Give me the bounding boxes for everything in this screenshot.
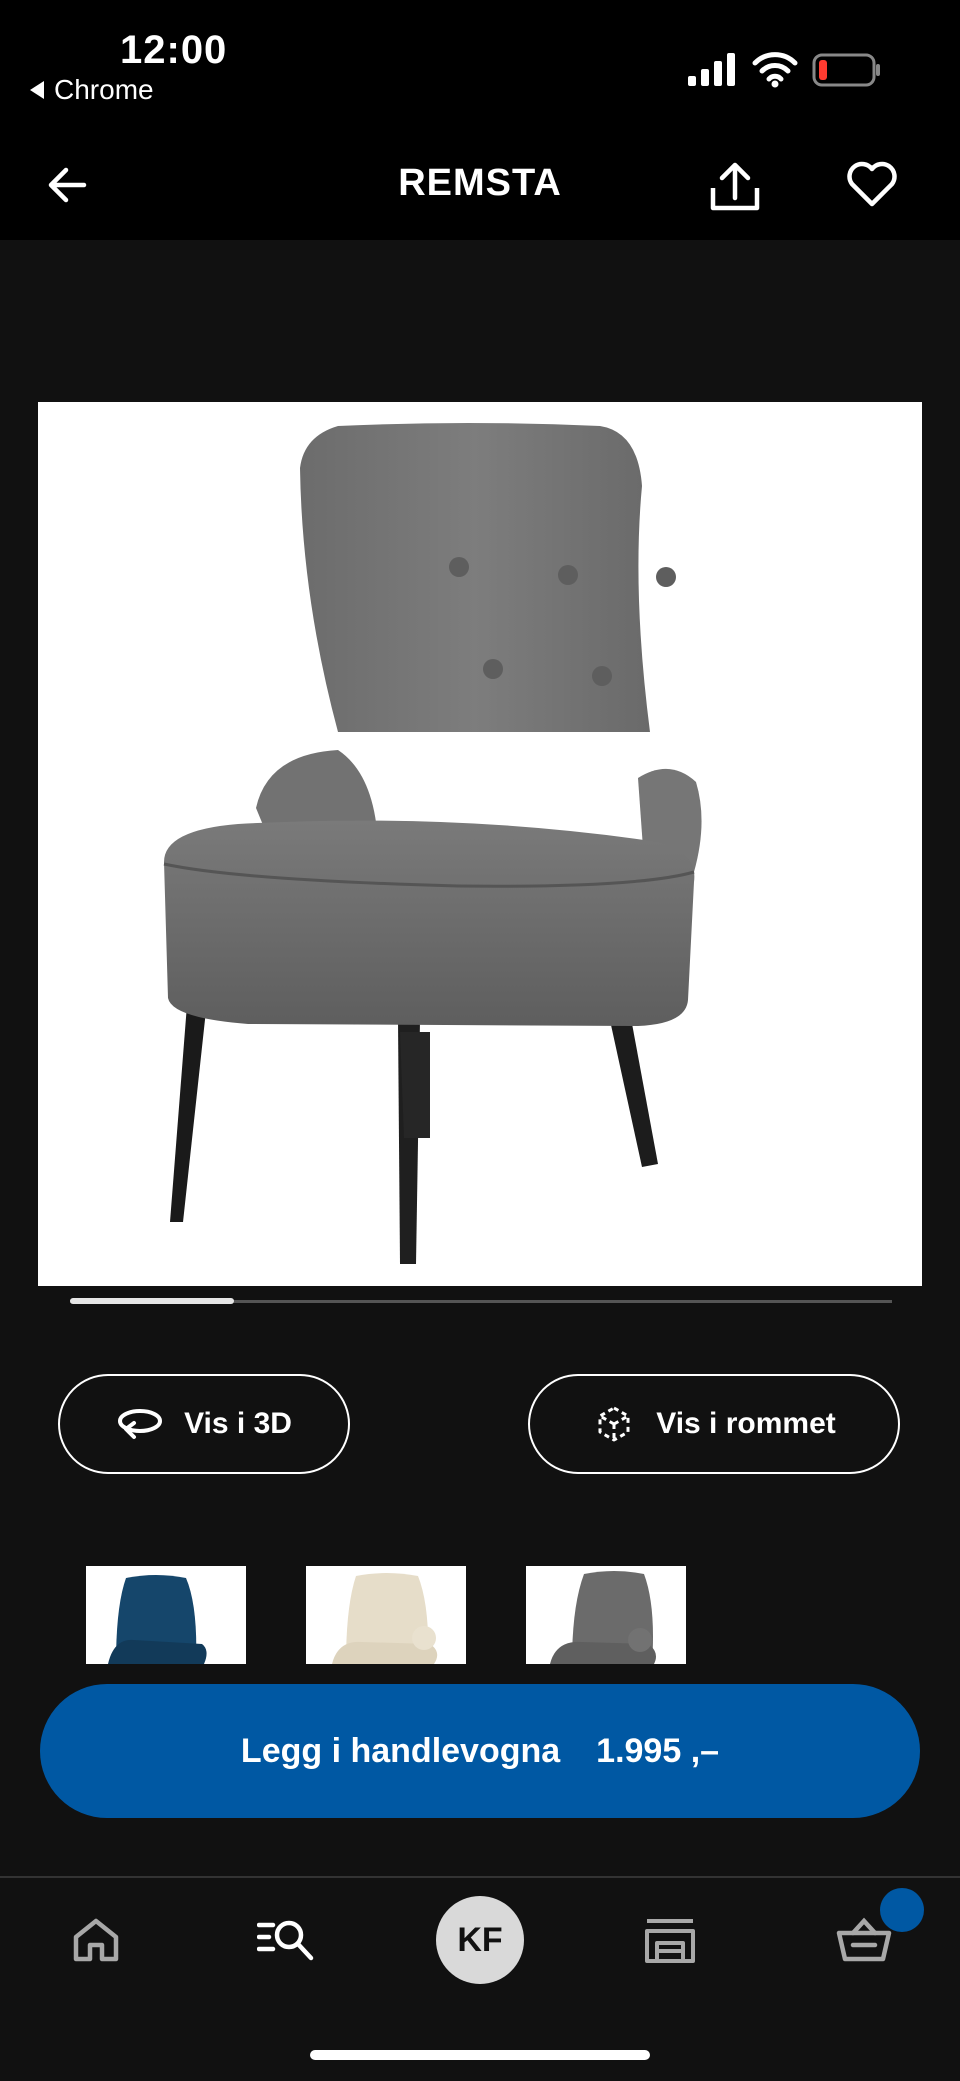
share-icon[interactable] <box>706 158 764 216</box>
add-to-cart-button[interactable]: Legg i handlevogna 1.995 ,– <box>40 1684 920 1818</box>
bottom-nav-divider <box>0 1876 960 1878</box>
back-to-app-link[interactable]: Chrome <box>30 74 154 106</box>
home-indicator[interactable] <box>310 2050 650 2060</box>
cart-badge <box>880 1888 924 1932</box>
store-icon <box>645 1919 695 1963</box>
chair-thumbnail <box>108 1575 207 1664</box>
product-image[interactable] <box>38 402 922 1286</box>
price-label: 1.995 ,– <box>596 1731 720 1770</box>
nav-search[interactable] <box>246 1900 326 1980</box>
view-3d-label: Vis i 3D <box>184 1407 292 1440</box>
home-icon <box>73 1918 119 1962</box>
wifi-icon <box>752 52 798 88</box>
variant-swatch-beige[interactable] <box>306 1566 466 1664</box>
profile-avatar[interactable]: KF <box>436 1896 524 1984</box>
ar-cube-icon <box>598 1406 630 1442</box>
page-title: REMSTA <box>398 162 562 204</box>
view-in-room-button[interactable]: Vis i rommet <box>528 1374 900 1474</box>
cellular-signal-icon <box>688 53 735 86</box>
back-app-label: Chrome <box>54 74 154 105</box>
back-triangle-icon <box>30 81 44 99</box>
chair-thumbnail <box>550 1571 656 1664</box>
rotate-3d-icon <box>118 1409 163 1439</box>
heart-favorite-icon[interactable] <box>846 160 898 208</box>
nav-stores[interactable] <box>630 1900 710 1980</box>
add-to-cart-label: Legg i handlevogna <box>240 1731 561 1770</box>
chair-thumbnail <box>332 1573 438 1664</box>
gallery-progress-indicator <box>70 1298 235 1304</box>
view-3d-button[interactable]: Vis i 3D <box>58 1374 350 1474</box>
status-time: 12:00 <box>120 28 228 72</box>
variant-swatch-blue[interactable] <box>86 1566 246 1664</box>
armchair-illustration <box>163 423 702 1264</box>
variant-swatch-grey[interactable] <box>526 1566 686 1664</box>
search-list-icon <box>257 1920 314 1961</box>
nav-home[interactable] <box>56 1900 136 1980</box>
view-in-room-label: Vis i rommet <box>656 1407 836 1440</box>
battery-icon <box>812 53 880 87</box>
